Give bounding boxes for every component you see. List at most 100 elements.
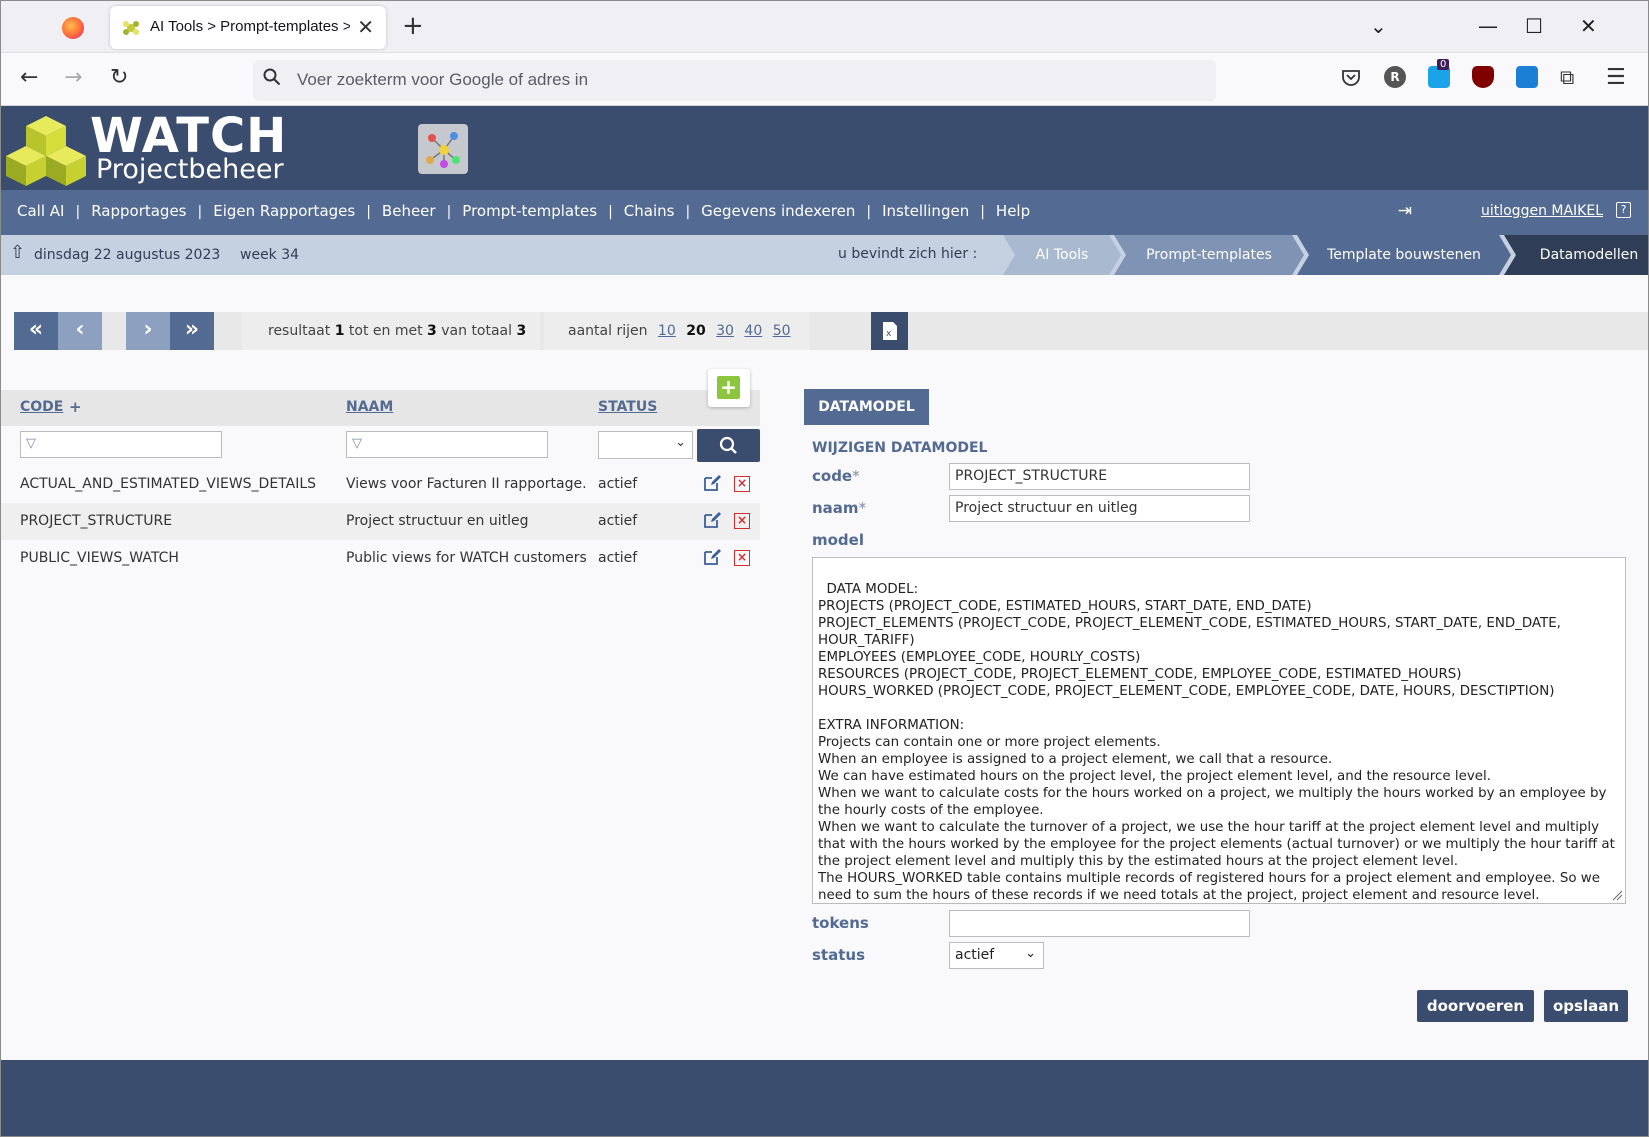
table-row[interactable]: ACTUAL_AND_ESTIMATED_VIEWS_DETAILS Views… [0, 466, 760, 503]
chevron-down-icon: ⌄ [1025, 946, 1036, 961]
you-are-here-label: u bevindt zich hier : [838, 246, 978, 262]
column-header-code[interactable]: CODE [20, 399, 63, 415]
naam-field[interactable]: Project structuur en uitleg [949, 495, 1250, 522]
code-label: code* [812, 467, 860, 485]
column-header-naam[interactable]: NAAM [346, 399, 393, 415]
delete-icon[interactable]: × [734, 550, 750, 566]
menu-item-beheer[interactable]: Beheer [382, 202, 436, 220]
delete-icon[interactable]: × [734, 513, 750, 529]
table-row[interactable]: PROJECT_STRUCTURE Project structuur en u… [0, 503, 760, 540]
edit-icon[interactable] [703, 548, 721, 566]
required-marker: * [852, 467, 860, 485]
minimize-icon[interactable]: — [1478, 14, 1498, 38]
menu-item-help[interactable]: Help [996, 202, 1030, 220]
status-filter-select[interactable]: ⌄ [598, 431, 693, 459]
ublock-icon[interactable] [1472, 66, 1494, 88]
row-status: actief [598, 550, 638, 566]
home-icon[interactable]: ⇧ [10, 242, 25, 263]
extension-ghost-icon[interactable]: 0 [1428, 59, 1450, 88]
browser-tab[interactable]: AI Tools > Prompt-templates > ✕ [110, 6, 386, 49]
rows-option-10[interactable]: 10 [658, 323, 676, 339]
edit-icon[interactable] [703, 511, 721, 529]
model-text: DATA MODEL: PROJECTS (PROJECT_CODE, ESTI… [818, 582, 1615, 903]
logout-link[interactable]: uitloggen MAIKEL [1481, 203, 1603, 219]
menu-item-prompt-templates[interactable]: Prompt-templates [462, 202, 597, 220]
row-naam: Project structuur en uitleg [346, 513, 529, 529]
close-icon[interactable]: ✕ [1580, 14, 1597, 38]
row-code: PUBLIC_VIEWS_WATCH [20, 550, 179, 566]
last-page-icon[interactable]: » [170, 312, 214, 350]
column-header-status[interactable]: STATUS [598, 399, 657, 415]
chevron-down-icon: ⌄ [675, 435, 686, 450]
extensions-puzzle-icon[interactable]: ⧉ [1560, 65, 1574, 89]
hamburger-menu-icon[interactable]: ☰ [1606, 65, 1626, 90]
filter-icon: ▽ [26, 436, 36, 451]
extension-s-icon[interactable] [1516, 66, 1538, 88]
table-row[interactable]: PUBLIC_VIEWS_WATCH Public views for WATC… [0, 540, 760, 577]
breadcrumb-ai-tools[interactable]: AI Tools [1003, 235, 1121, 275]
first-page-icon[interactable]: « [14, 312, 58, 350]
excel-export-icon[interactable]: x [871, 312, 908, 350]
rows-option-30[interactable]: 30 [716, 323, 734, 339]
rows-option-20[interactable]: 20 [686, 323, 705, 339]
edit-icon[interactable] [703, 474, 721, 492]
ai-network-logo-icon [418, 124, 468, 174]
tab-title: AI Tools > Prompt-templates > [150, 18, 350, 35]
rows-option-40[interactable]: 40 [744, 323, 762, 339]
help-icon[interactable]: ? [1616, 202, 1631, 218]
back-arrow-icon[interactable]: ← [20, 65, 38, 90]
menu-item-gegevens-indexeren[interactable]: Gegevens indexeren [701, 202, 855, 220]
prev-page-icon[interactable]: ‹ [58, 312, 102, 350]
filter-row: ▽ ▽ ⌄ [0, 426, 760, 468]
search-button[interactable] [697, 429, 760, 462]
menu-separator: | [980, 204, 985, 220]
model-label: model [812, 531, 864, 549]
tokens-label: tokens [812, 914, 869, 932]
maximize-icon[interactable]: ☐ [1525, 14, 1543, 38]
menu-item-call-ai[interactable]: Call AI [17, 202, 64, 220]
menu-item-eigen-rapportages[interactable]: Eigen Rapportages [213, 202, 355, 220]
firefox-icon[interactable] [62, 17, 84, 39]
form-heading: WIJZIGEN DATAMODEL [812, 440, 988, 456]
menu-separator: | [197, 204, 203, 220]
list-header: CODE + NAAM STATUS [0, 390, 760, 426]
breadcrumb-datamodellen[interactable]: Datamodellen [1504, 235, 1649, 275]
watch-logo-icon[interactable] [6, 114, 86, 192]
logo-subtitle: Projectbeheer [96, 154, 284, 185]
address-bar[interactable]: Voer zoekterm voor Google of adres in [253, 60, 1216, 101]
code-filter-input[interactable]: ▽ [20, 431, 222, 458]
reload-icon[interactable]: ↻ [110, 65, 128, 90]
delete-icon[interactable]: × [734, 476, 750, 492]
result-info: resultaat 1 tot en met 3 van totaal 3 [242, 312, 540, 350]
pocket-icon[interactable] [1340, 66, 1362, 88]
chevron-down-icon[interactable]: ⌄ [1370, 14, 1387, 38]
add-record-button[interactable]: + [708, 369, 750, 407]
extension-r-icon[interactable]: R [1384, 66, 1406, 88]
status-select[interactable]: actief ⌄ [949, 942, 1044, 969]
plus-icon[interactable]: + [402, 11, 424, 41]
menu-item-instellingen[interactable]: Instellingen [882, 202, 969, 220]
tab-datamodel[interactable]: DATAMODEL [804, 389, 929, 425]
result-mid: tot en met [348, 323, 423, 339]
breadcrumb-template-bouwstenen[interactable]: Template bouwstenen [1297, 235, 1511, 275]
search-icon [263, 68, 281, 86]
browser-nav-bar: ← → ↻ Voer zoekterm voor Google of adres… [0, 53, 1649, 106]
proceed-button[interactable]: doorvoeren [1417, 990, 1534, 1022]
row-status: actief [598, 513, 638, 529]
logout-icon[interactable]: ⇥ [1398, 201, 1412, 221]
code-field[interactable]: PROJECT_STRUCTURE [949, 463, 1250, 490]
menu-item-chains[interactable]: Chains [624, 202, 675, 220]
breadcrumb-prompt-templates[interactable]: Prompt-templates [1114, 235, 1304, 275]
tokens-field[interactable] [949, 910, 1250, 937]
save-button[interactable]: opslaan [1544, 990, 1628, 1022]
resize-grip-icon[interactable] [1611, 889, 1623, 901]
rows-option-50[interactable]: 50 [773, 323, 791, 339]
forward-arrow-icon[interactable]: → [64, 65, 82, 90]
menu-item-rapportages[interactable]: Rapportages [91, 202, 186, 220]
row-status: actief [598, 476, 638, 492]
naam-filter-input[interactable]: ▽ [346, 431, 548, 458]
model-textarea[interactable]: DATA MODEL: PROJECTS (PROJECT_CODE, ESTI… [812, 557, 1626, 904]
result-total-label: van totaal [441, 323, 513, 339]
next-page-icon[interactable]: › [126, 312, 170, 350]
close-icon[interactable]: ✕ [357, 15, 374, 39]
